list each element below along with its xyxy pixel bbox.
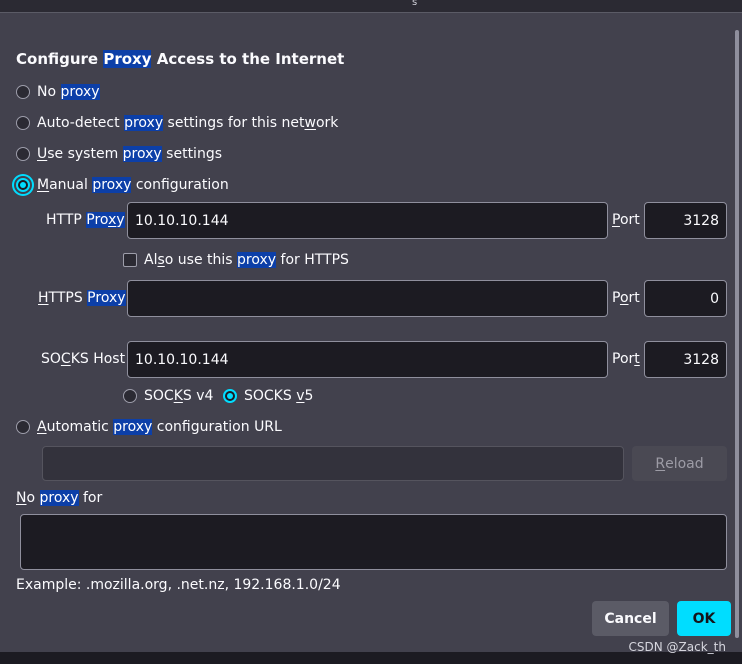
page-title: Configure Proxy Access to the Internet <box>16 50 344 68</box>
radio-button-icon[interactable] <box>16 116 30 130</box>
no-proxy-for-textarea[interactable] <box>20 514 727 570</box>
socks-port-label: Port <box>612 351 640 367</box>
title-text: Configure <box>16 50 104 68</box>
checkbox-icon[interactable] <box>123 253 137 267</box>
dialog-titlebar: s <box>0 0 742 13</box>
radio-system-proxy-label: Use system proxy settings <box>37 146 222 162</box>
no-proxy-example-text: Example: .mozilla.org, .net.nz, 192.168.… <box>16 577 341 593</box>
radio-button-selected-icon[interactable] <box>223 389 237 403</box>
radio-button-icon[interactable] <box>16 420 30 434</box>
http-proxy-label: HTTP Proxy <box>46 212 125 228</box>
also-use-for-https-checkbox[interactable]: Also use this proxy for HTTPS <box>123 251 349 269</box>
radio-button-selected-icon[interactable] <box>16 178 30 192</box>
http-port-input[interactable]: 3128 <box>644 202 727 239</box>
radio-button-icon[interactable] <box>16 85 30 99</box>
socks-port-input[interactable]: 3128 <box>644 341 727 378</box>
radio-auto-proxy-url-label: Automatic proxy configuration URL <box>37 419 282 435</box>
radio-auto-detect[interactable]: Auto-detect proxy settings for this netw… <box>16 114 338 132</box>
radio-socks-v4[interactable]: SOCKS v4 <box>123 387 213 405</box>
scrollbar[interactable] <box>732 12 742 652</box>
radio-manual-proxy-label: Manual proxy configuration <box>37 177 229 193</box>
radio-manual-proxy[interactable]: Manual proxy configuration <box>16 176 229 194</box>
radio-no-proxy[interactable]: No proxy <box>16 83 100 101</box>
ok-button[interactable]: OK <box>677 601 731 636</box>
radio-button-icon[interactable] <box>16 147 30 161</box>
socks-host-input[interactable]: 10.10.10.144 <box>127 341 608 378</box>
scrollbar-thumb[interactable] <box>735 30 739 638</box>
cancel-button[interactable]: Cancel <box>592 601 669 636</box>
radio-button-icon[interactable] <box>123 389 137 403</box>
https-port-input[interactable]: 0 <box>644 280 727 317</box>
https-port-label: Port <box>612 290 640 306</box>
radio-socks-v5[interactable]: SOCKS v5 <box>223 387 313 405</box>
radio-system-proxy[interactable]: Use system proxy settings <box>16 145 222 163</box>
also-use-for-https-label: Also use this proxy for HTTPS <box>144 252 349 268</box>
auto-proxy-url-input[interactable] <box>42 446 624 481</box>
radio-socks-v4-label: SOCKS v4 <box>144 388 214 404</box>
radio-no-proxy-label: No proxy <box>37 84 100 100</box>
titlebar-text-fragment: s <box>412 0 418 8</box>
https-proxy-input[interactable] <box>127 280 608 317</box>
http-proxy-input[interactable]: 10.10.10.144 <box>127 202 608 239</box>
radio-auto-detect-label: Auto-detect proxy settings for this netw… <box>37 115 339 131</box>
watermark-text: CSDN @Zack_th <box>628 640 726 654</box>
socks-host-label: SOCKS Host <box>41 351 126 367</box>
no-proxy-for-label: No proxy for <box>16 490 103 506</box>
radio-socks-v5-label: SOCKS v5 <box>244 388 314 404</box>
https-proxy-label: HTTPS Proxy <box>38 290 126 306</box>
radio-auto-proxy-url[interactable]: Automatic proxy configuration URL <box>16 418 282 436</box>
reload-button[interactable]: Reload <box>632 446 727 481</box>
title-text-rest: Access to the Internet <box>151 50 345 68</box>
title-highlight: Proxy <box>103 50 152 68</box>
http-port-label: Port <box>612 212 640 228</box>
